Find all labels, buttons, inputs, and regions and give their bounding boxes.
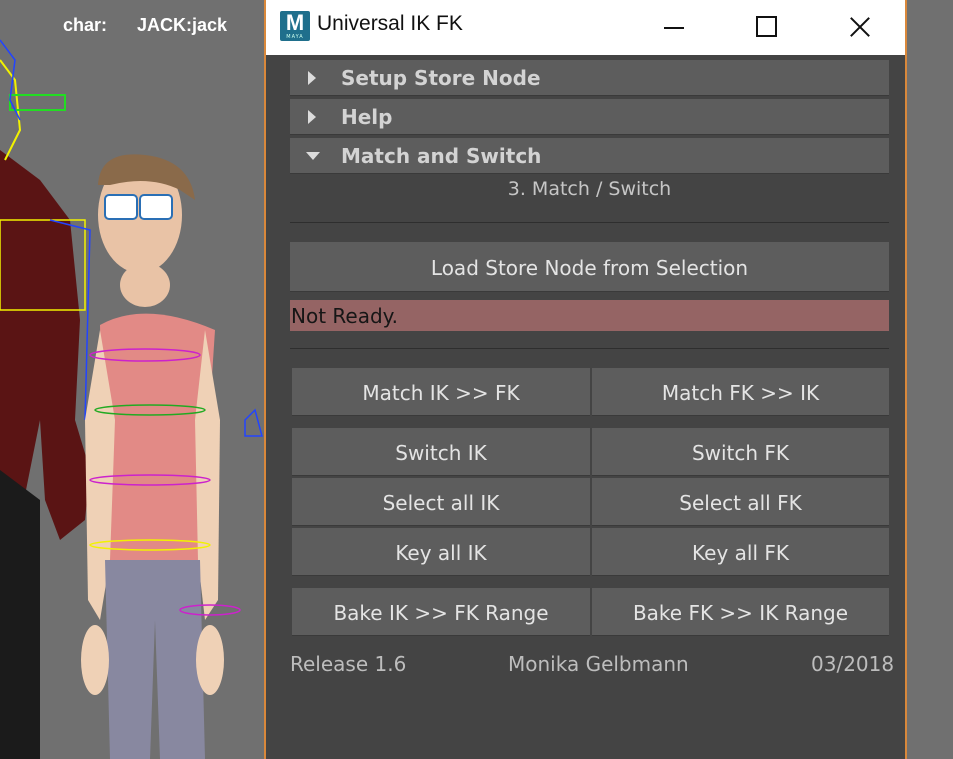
select-all-ik-button[interactable]: Select all IK — [292, 478, 590, 526]
maya-icon-subtext: MAYA — [286, 34, 304, 40]
divider — [290, 348, 889, 349]
match-fk-to-ik-button[interactable]: Match FK >> IK — [592, 368, 889, 416]
switch-ik-button[interactable]: Switch IK — [292, 428, 590, 476]
switch-fk-button[interactable]: Switch FK — [592, 428, 889, 476]
match-switch-subtitle: 3. Match / Switch — [507, 178, 672, 200]
release-label: Release 1.6 — [290, 652, 407, 676]
status-field: Not Ready. — [290, 300, 889, 331]
section-label: Help — [341, 105, 393, 129]
load-store-node-button[interactable]: Load Store Node from Selection — [290, 242, 889, 292]
expand-arrow-icon — [308, 110, 316, 124]
bake-fk-to-ik-range-button[interactable]: Bake FK >> IK Range — [592, 588, 889, 636]
maya-app-icon: M MAYA — [280, 11, 310, 41]
close-button[interactable] — [813, 0, 905, 55]
author-label: Monika Gelbmann — [508, 652, 689, 676]
maximize-button[interactable] — [720, 0, 812, 55]
section-help[interactable]: Help — [290, 99, 889, 135]
window-titlebar[interactable]: M MAYA Universal IK FK — [266, 0, 905, 55]
section-label: Setup Store Node — [341, 66, 541, 90]
section-setup-store-node[interactable]: Setup Store Node — [290, 60, 889, 96]
bake-ik-to-fk-range-button[interactable]: Bake IK >> FK Range — [292, 588, 590, 636]
section-label: Match and Switch — [341, 144, 542, 168]
match-ik-to-fk-button[interactable]: Match IK >> FK — [292, 368, 590, 416]
window-title: Universal IK FK — [317, 12, 463, 35]
key-all-ik-button[interactable]: Key all IK — [292, 528, 590, 576]
collapse-arrow-icon — [306, 152, 320, 160]
divider — [290, 222, 889, 223]
hud-character-label: char: — [63, 15, 108, 35]
hud-character-value: JACK:jack — [137, 15, 228, 35]
key-all-fk-button[interactable]: Key all FK — [592, 528, 889, 576]
date-label: 03/2018 — [811, 652, 895, 676]
select-all-fk-button[interactable]: Select all FK — [592, 478, 889, 526]
minimize-button[interactable] — [628, 0, 720, 55]
maya-icon-letter: M — [285, 11, 305, 35]
expand-arrow-icon — [308, 71, 316, 85]
universal-ik-fk-window: M MAYA Universal IK FK Setup Store Node … — [264, 0, 907, 759]
section-match-and-switch[interactable]: Match and Switch — [290, 138, 889, 174]
